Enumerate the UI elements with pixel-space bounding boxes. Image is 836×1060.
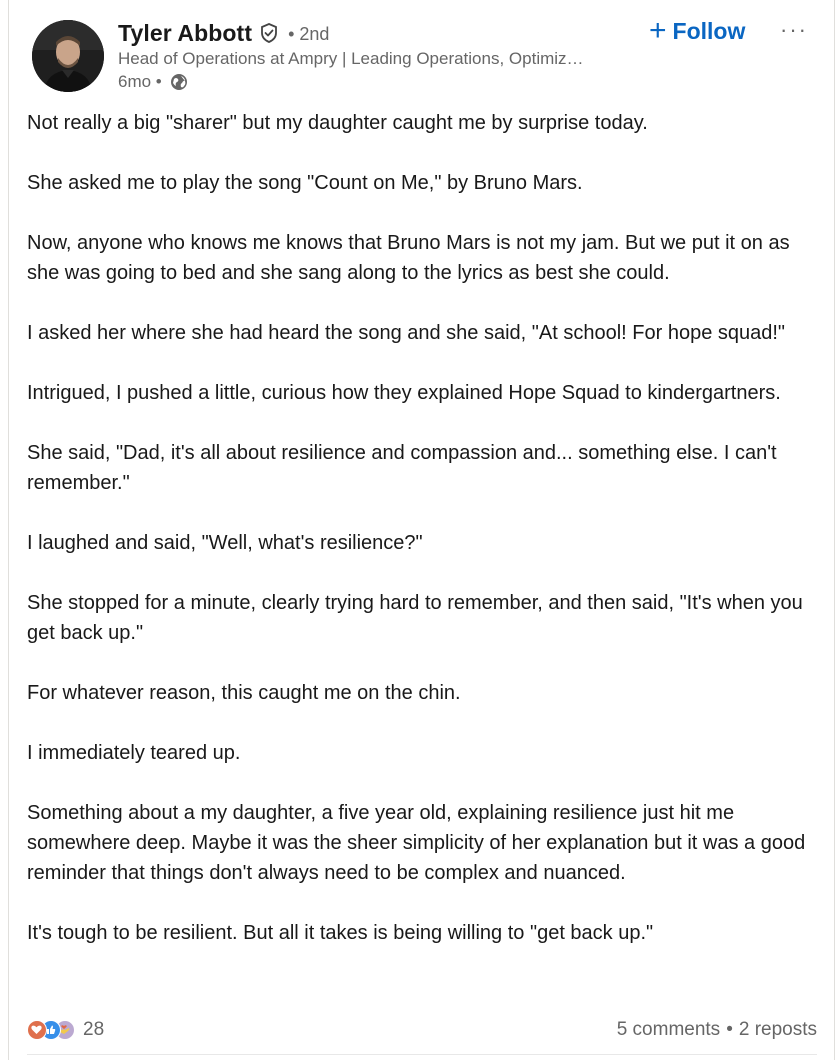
post-paragraph: She asked me to play the song "Count on … — [27, 172, 583, 194]
post-paragraph: It's tough to be resilient. But all it t… — [27, 922, 654, 944]
ellipsis-icon: ··· — [780, 17, 808, 42]
post-paragraph: Now, anyone who knows me knows that Brun… — [27, 232, 790, 284]
more-options-button[interactable]: ··· — [779, 16, 809, 44]
post-paragraph: I immediately teared up. — [27, 742, 241, 764]
post-paragraph: Intrigued, I pushed a little, curious ho… — [27, 382, 781, 404]
separator-dot: • — [726, 1019, 733, 1040]
author-headline: Head of Operations at Ampry | Leading Op… — [118, 49, 584, 68]
post-card: Tyler Abbott • 2nd Head of Operations at… — [8, 0, 835, 1060]
post-paragraph: I laughed and said, "Well, what's resili… — [27, 532, 423, 554]
reaction-icons — [27, 1018, 81, 1042]
connection-degree: • 2nd — [288, 24, 330, 44]
verified-shield-icon — [258, 22, 280, 44]
post-paragraph: For whatever reason, this caught me on t… — [27, 682, 461, 704]
follow-label: Follow — [672, 17, 746, 44]
author-avatar[interactable] — [32, 20, 104, 92]
love-reaction-icon — [27, 1020, 47, 1040]
post-paragraph: Not really a big "sharer" but my daughte… — [27, 112, 648, 134]
post-body: Not really a big "sharer" but my daughte… — [27, 108, 817, 978]
post-paragraph: I asked her where she had heard the song… — [27, 322, 786, 344]
divider — [27, 1054, 817, 1055]
reaction-count: 28 — [83, 1019, 105, 1040]
post-paragraph: She said, "Dad, it's all about resilienc… — [27, 442, 777, 494]
globe-icon — [170, 73, 188, 91]
social-counts-row: 28 5 comments • 2 reposts — [27, 1015, 817, 1045]
follow-button[interactable]: + Follow — [649, 14, 745, 48]
reposts-count-link[interactable]: 2 reposts — [739, 1019, 817, 1041]
comments-reposts: 5 comments • 2 reposts — [617, 1019, 817, 1041]
post-time: 6mo • — [118, 72, 162, 91]
post-meta: 6mo • — [118, 72, 188, 92]
comments-count-link[interactable]: 5 comments — [617, 1019, 720, 1041]
post-paragraph: Something about a my daughter, a five ye… — [27, 802, 806, 884]
post-paragraph: She stopped for a minute, clearly trying… — [27, 592, 803, 644]
reactions-summary[interactable]: 28 — [27, 1018, 104, 1042]
author-name[interactable]: Tyler Abbott — [118, 20, 252, 47]
plus-icon: + — [649, 14, 667, 47]
author-name-row: Tyler Abbott • 2nd — [118, 18, 329, 48]
